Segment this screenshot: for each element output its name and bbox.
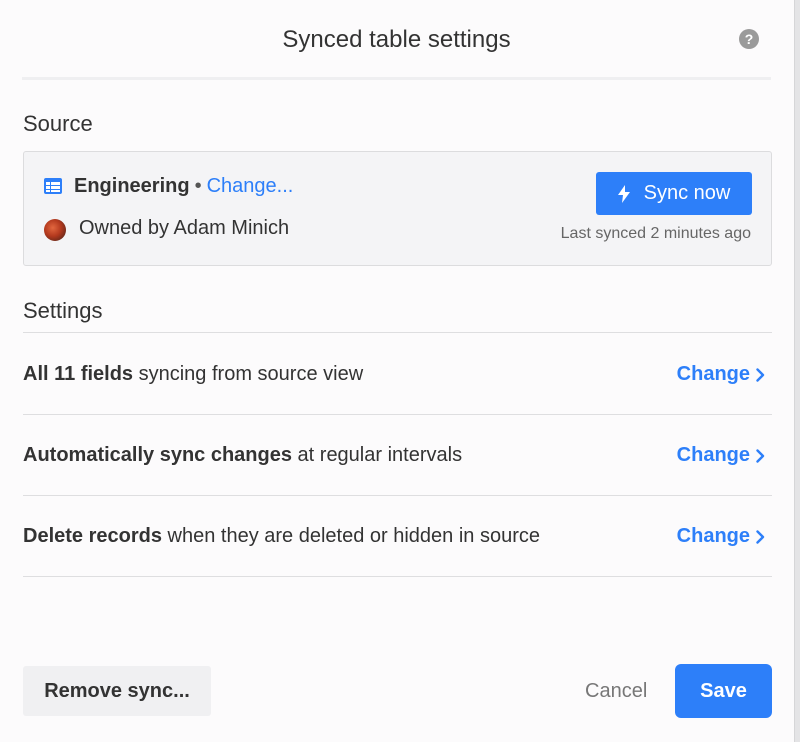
settings-row-rest: when they are deleted or hidden in sourc… bbox=[161, 525, 540, 547]
change-label: Change bbox=[676, 525, 750, 547]
owner-text: Owned by Adam Minich bbox=[79, 217, 290, 239]
remove-sync-button[interactable]: Remove sync... bbox=[23, 666, 211, 716]
dialog-title: Synced table settings bbox=[282, 26, 511, 53]
sync-now-label: Sync now bbox=[643, 182, 731, 204]
settings-row-fields: All 11 fields syncing from source view C… bbox=[23, 333, 772, 415]
settings-row-bold: Delete records bbox=[23, 525, 162, 547]
settings-row-delete: Delete records when they are deleted or … bbox=[23, 495, 772, 577]
settings-row-text: All 11 fields syncing from source view bbox=[23, 363, 363, 386]
settings-row-text: Delete records when they are deleted or … bbox=[23, 525, 540, 548]
source-table-line: Engineering • Change... bbox=[74, 175, 293, 198]
sync-now-button[interactable]: Sync now bbox=[596, 172, 752, 215]
source-section-title: Source bbox=[23, 111, 93, 136]
grid-table-icon bbox=[44, 178, 62, 194]
source-card: Engineering • Change... Owned by Adam Mini… bbox=[23, 151, 772, 266]
settings-row-text: Automatically sync changes at regular in… bbox=[23, 444, 462, 467]
cancel-button[interactable]: Cancel bbox=[585, 680, 647, 703]
settings-row-bold: All 11 fields bbox=[23, 363, 134, 385]
change-interval-button[interactable]: Change bbox=[677, 444, 765, 467]
chevron-right-icon bbox=[756, 367, 765, 382]
question-icon[interactable]: ? bbox=[739, 29, 759, 49]
settings-row-interval: Automatically sync changes at regular in… bbox=[23, 414, 772, 496]
change-label: Change bbox=[676, 444, 750, 466]
background-window bbox=[795, 0, 800, 742]
synced-table-settings-dialog: Synced table settings ? Source Engineeri… bbox=[0, 0, 795, 742]
change-source-link[interactable]: Change... bbox=[207, 175, 294, 197]
change-delete-button[interactable]: Change bbox=[677, 525, 765, 548]
chevron-right-icon bbox=[756, 529, 765, 544]
chevron-right-icon bbox=[756, 448, 765, 463]
change-label: Change bbox=[676, 363, 750, 385]
settings-row-rest: at regular intervals bbox=[291, 444, 463, 466]
change-fields-button[interactable]: Change bbox=[677, 363, 765, 386]
dialog-header: Synced table settings ? bbox=[22, 0, 771, 80]
avatar bbox=[44, 219, 66, 241]
source-table-name: Engineering bbox=[74, 175, 190, 197]
settings-section-title: Settings bbox=[23, 298, 103, 323]
separator-dot: • bbox=[194, 175, 202, 197]
lightning-bolt-icon bbox=[617, 184, 630, 203]
settings-row-bold: Automatically sync changes bbox=[23, 444, 292, 466]
last-synced-text: Last synced 2 minutes ago bbox=[560, 225, 751, 242]
settings-row-rest: syncing from source view bbox=[133, 363, 364, 385]
save-button[interactable]: Save bbox=[675, 664, 772, 718]
